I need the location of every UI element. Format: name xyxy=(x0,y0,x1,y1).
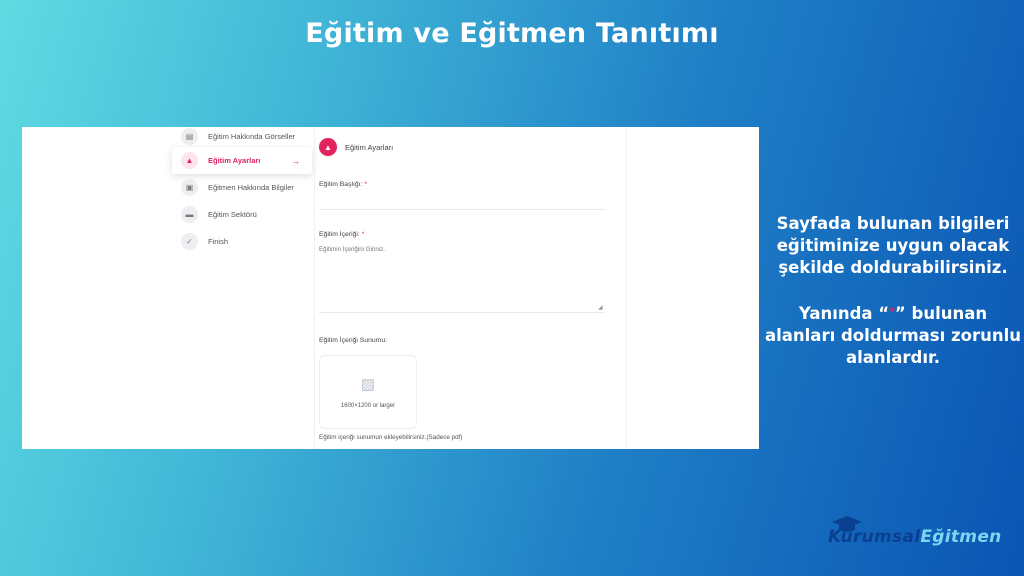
info-text: Sayfada bulunan bilgileri eğitiminize uy… xyxy=(764,213,1022,369)
nav-item-label: Eğitmen Hakkında Bilgiler xyxy=(208,183,294,192)
info-line: Sayfada bulunan bilgileri xyxy=(776,214,1010,233)
nav-item-label: Eğitim Hakkında Görseller xyxy=(208,131,296,141)
info-line: alanlardır. xyxy=(845,348,941,367)
upload-dropzone[interactable]: ▨ 1600×1200 or larger xyxy=(319,355,417,429)
info-line: şekilde doldurabilirsiniz. xyxy=(778,258,1008,277)
info-line: Yanında “*” bulunan xyxy=(798,304,988,323)
presentation-label: Eğitim İçeriği Sunumu: xyxy=(319,337,387,344)
image-icon: ▨ xyxy=(360,376,376,393)
content-textarea-underline xyxy=(319,312,605,313)
brand-logo: KurumsalEğitmen xyxy=(828,516,1018,557)
required-mark: * xyxy=(361,231,365,238)
nav-item-label: Eğitim Sektörü xyxy=(208,210,257,219)
nav-item-egitim-ayarlari[interactable]: ▲ Eğitim Ayarları → xyxy=(172,147,312,174)
content-placeholder: Eğitimin İçeriğini Giriniz. xyxy=(319,246,386,253)
upload-size-text: 1600×1200 or larger xyxy=(340,403,396,409)
title-label: Eğitim Başlığı: * xyxy=(319,181,367,188)
brand-part2: Eğitmen xyxy=(920,527,1002,547)
content-label: Eğitim İçeriği: * xyxy=(319,231,365,238)
steps-nav: ▤ Eğitim Hakkında Görseller ▲ Eğitim Aya… xyxy=(172,127,312,255)
arrow-right-icon: → xyxy=(291,155,300,166)
graduation-cap-icon xyxy=(832,516,862,532)
divider xyxy=(314,127,315,449)
divider xyxy=(626,127,627,449)
content-textarea[interactable] xyxy=(319,243,605,311)
slide-title: Eğitim ve Eğitmen Tanıtımı xyxy=(305,18,719,49)
graduation-cap-icon: ▲ xyxy=(319,138,337,156)
images-icon: ▤ xyxy=(181,127,198,145)
nav-item-egitmen-bilgiler[interactable]: ▣ Eğitmen Hakkında Bilgiler xyxy=(172,174,312,201)
app-screenshot: ▤ Eğitim Hakkında Görseller ▲ Eğitim Aya… xyxy=(22,127,759,449)
section-title: Eğitim Ayarları xyxy=(345,142,394,152)
upload-hint: Eğitim içeriği sunumun ekleyebilirsiniz.… xyxy=(319,434,463,441)
info-line: alanları doldurması zorunlu xyxy=(764,326,1022,345)
nav-item-egitim-sektoru[interactable]: ▬ Eğitim Sektörü xyxy=(172,201,312,228)
resize-handle-icon[interactable]: ◢ xyxy=(598,304,603,311)
nav-item-label: Eğitim Ayarları xyxy=(208,156,261,165)
title-input-underline xyxy=(319,209,605,210)
settings-form: ▲ Eğitim Ayarları Eğitim Başlığı: * Eğit… xyxy=(319,127,619,441)
title-input[interactable] xyxy=(319,189,605,209)
folder-icon: ▬ xyxy=(181,206,198,223)
nav-item-egitim-gorseller[interactable]: ▤ Eğitim Hakkında Görseller xyxy=(172,127,312,147)
required-mark: * xyxy=(364,181,367,188)
info-line: eğitiminize uygun olacak xyxy=(776,236,1010,255)
id-card-icon: ▣ xyxy=(181,179,198,196)
check-icon: ✓ xyxy=(181,233,198,250)
graduation-cap-icon: ▲ xyxy=(181,152,198,169)
nav-item-label: Finish xyxy=(208,237,229,246)
nav-item-finish[interactable]: ✓ Finish xyxy=(172,228,312,255)
form-header: ▲ Eğitim Ayarları xyxy=(319,138,619,156)
